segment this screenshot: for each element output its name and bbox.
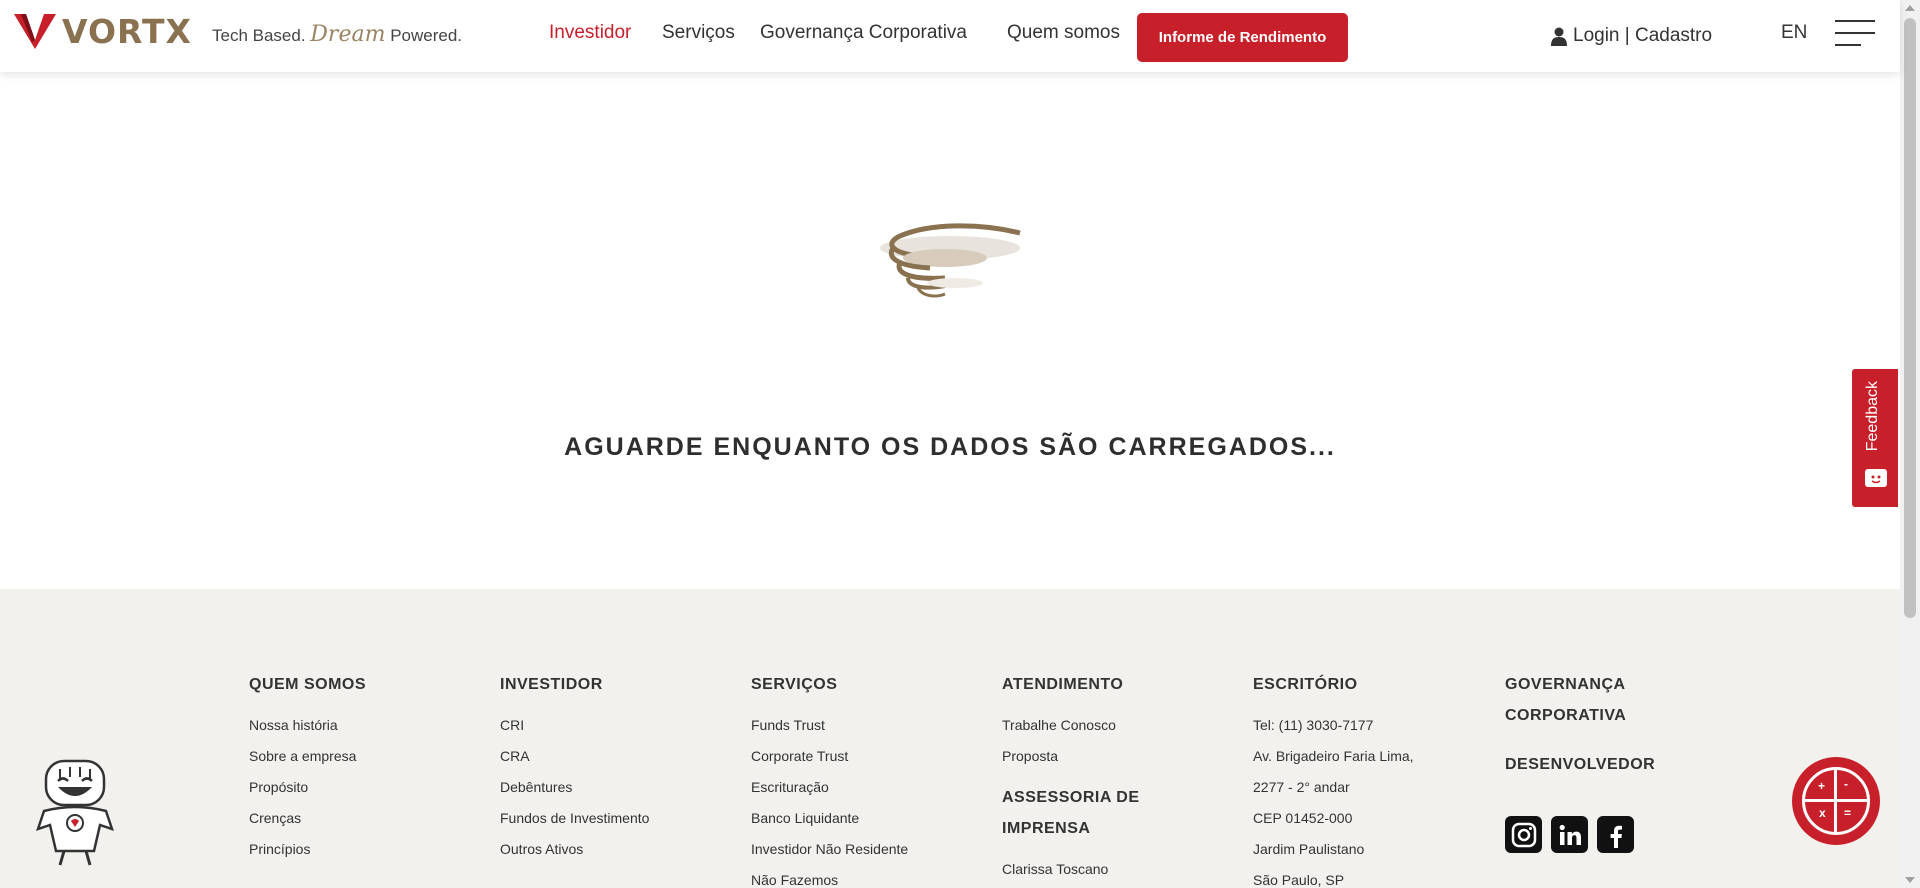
tagline-pre: Tech Based.	[212, 26, 306, 45]
footer-link[interactable]: Tel: (11) 3030-7177	[1253, 710, 1414, 741]
page-scrollbar[interactable]	[1900, 0, 1920, 888]
footer-link[interactable]: Proposta	[1002, 741, 1140, 772]
nav-quem-somos[interactable]: Quem somos	[1007, 22, 1120, 44]
hamburger-icon[interactable]	[1835, 20, 1875, 48]
instagram-icon[interactable]	[1505, 816, 1542, 853]
footer-link[interactable]: Propósito	[249, 772, 366, 803]
footer-heading-gov-2[interactable]: CORPORATIVA	[1505, 700, 1655, 731]
social-links	[1505, 816, 1634, 853]
footer-link[interactable]: Funds Trust	[751, 710, 908, 741]
tagline: Tech Based. Dream Powered.	[212, 22, 462, 47]
feedback-label: Feedback	[1864, 381, 1881, 452]
scroll-down-icon[interactable]	[1905, 877, 1915, 883]
footer-heading-press-1: ASSESSORIA DE	[1002, 789, 1140, 806]
calculator-button[interactable]: + - x =	[1792, 757, 1880, 845]
footer-text: São Paulo, SP	[1253, 872, 1345, 888]
tagline-dream: Dream	[310, 22, 386, 47]
scroll-thumb[interactable]	[1904, 18, 1916, 618]
footer-col-atendimento: ATENDIMENTO Trabalhe Conosco Proposta AS…	[1002, 669, 1140, 885]
footer-link[interactable]: CRA	[500, 741, 649, 772]
robot-mascot-icon[interactable]	[30, 759, 120, 869]
footer-heading: SERVIÇOS	[751, 676, 838, 693]
footer-link[interactable]: Outros Ativos	[500, 834, 649, 865]
footer-link[interactable]: Escrituração	[751, 772, 908, 803]
footer-heading: ATENDIMENTO	[1002, 676, 1124, 693]
site-header: VORTX Tech Based. Dream Powered. Investi…	[0, 0, 1900, 72]
tagline-post: Powered.	[390, 26, 463, 45]
footer-link[interactable]: Debêntures	[500, 772, 649, 803]
scroll-up-icon[interactable]	[1905, 5, 1915, 11]
user-icon	[1551, 27, 1567, 46]
footer-col-servicos: SERVIÇOS Funds Trust Corporate Trust Esc…	[751, 669, 908, 888]
footer-link[interactable]: Não Fazemos	[751, 865, 908, 888]
nav-investidor[interactable]: Investidor	[549, 22, 631, 44]
tornado-loader-icon	[880, 223, 1021, 298]
footer-link[interactable]: Sobre a empresa	[249, 741, 366, 772]
footer-link[interactable]: Banco Liquidante	[751, 803, 908, 834]
footer-link[interactable]: Corporate Trust	[751, 741, 908, 772]
footer-text: 2277 - 2° andar	[1253, 779, 1350, 795]
vortx-logo[interactable]: VORTX	[12, 11, 192, 51]
informe-rendimento-button[interactable]: Informe de Rendimento	[1137, 13, 1348, 62]
linkedin-icon[interactable]	[1551, 816, 1588, 853]
nav-servicos[interactable]: Serviços	[662, 22, 735, 44]
footer-heading-gov-1[interactable]: GOVERNANÇA	[1505, 669, 1655, 700]
nav-governanca[interactable]: Governança Corporativa	[760, 22, 967, 44]
footer-link[interactable]: Trabalhe Conosco	[1002, 710, 1140, 741]
calc-times: x	[1819, 806, 1826, 820]
footer-heading: INVESTIDOR	[500, 676, 603, 693]
footer-text: Av. Brigadeiro Faria Lima,	[1253, 748, 1414, 764]
login-link[interactable]: Login | Cadastro	[1551, 25, 1712, 47]
footer-col-quem-somos: QUEM SOMOS Nossa história Sobre a empres…	[249, 669, 366, 865]
footer-text: Jardim Paulistano	[1253, 841, 1365, 857]
footer-heading: ESCRITÓRIO	[1253, 676, 1358, 693]
footer-heading: QUEM SOMOS	[249, 676, 367, 693]
calc-minus: -	[1844, 777, 1848, 791]
facebook-icon[interactable]	[1597, 816, 1634, 853]
footer-heading-dev[interactable]: DESENVOLVEDOR	[1505, 749, 1655, 780]
feedback-tab[interactable]: Feedback	[1852, 369, 1898, 507]
footer-link[interactable]: Investidor Não Residente	[751, 834, 908, 865]
footer-link[interactable]: Nossa história	[249, 710, 366, 741]
footer-col-governanca: GOVERNANÇA CORPORATIVA DESENVOLVEDOR	[1505, 669, 1655, 780]
footer-col-investidor: INVESTIDOR CRI CRA Debêntures Fundos de …	[500, 669, 649, 865]
footer-link[interactable]: Princípios	[249, 834, 366, 865]
calc-equals: =	[1844, 806, 1852, 820]
footer-link[interactable]: Fundos de Investimento	[500, 803, 649, 834]
footer-heading-press-2: IMPRENSA	[1002, 820, 1091, 837]
site-footer: QUEM SOMOS Nossa história Sobre a empres…	[0, 589, 1900, 888]
vortx-logo-mark-icon	[14, 14, 56, 49]
footer-text: CEP 01452-000	[1253, 810, 1353, 826]
logo-text: VORTX	[62, 11, 192, 51]
footer-link[interactable]: Clarissa Toscano	[1002, 854, 1140, 885]
chat-icon	[1865, 469, 1887, 487]
footer-link[interactable]: Crenças	[249, 803, 366, 834]
footer-col-escritorio: ESCRITÓRIO Tel: (11) 3030-7177 Av. Briga…	[1253, 669, 1414, 888]
login-label: Login | Cadastro	[1573, 25, 1713, 46]
calc-plus: +	[1818, 779, 1826, 793]
loading-message: AGUARDE ENQUANTO OS DADOS SÃO CARREGADOS…	[564, 433, 1336, 461]
language-switch[interactable]: EN	[1781, 22, 1807, 44]
footer-link[interactable]: CRI	[500, 710, 649, 741]
